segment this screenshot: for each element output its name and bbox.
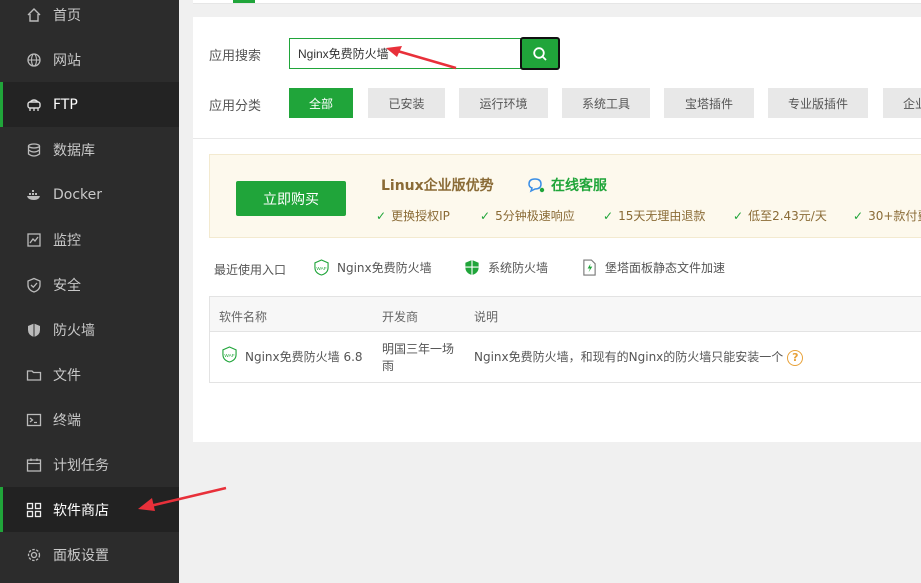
- help-icon[interactable]: ?: [787, 349, 804, 366]
- shield-icon: [25, 276, 43, 294]
- recent-entry-label: Nginx免费防火墙: [337, 261, 432, 275]
- software-name[interactable]: Nginx免费防火墙 6.8: [245, 348, 363, 365]
- benefit-item: ✓ 更换授权IP: [376, 208, 450, 224]
- sidebar-item-label: 安全: [53, 277, 81, 294]
- benefit-item: ✓ 5分钟极速响应: [480, 208, 575, 224]
- enterprise-promo-banner: 立即购买 Linux企业版优势 在线客服 ✓ 更换授权IP ✓ 5分钟极速响应 ✓ 1…: [209, 154, 921, 238]
- search-input[interactable]: [289, 38, 521, 69]
- sidebar-item-home[interactable]: 首页: [0, 0, 179, 37]
- sidebar-item-label: 终端: [53, 412, 81, 429]
- firewall-shield-icon: [465, 259, 479, 276]
- sidebar-item-software-store[interactable]: 软件商店: [0, 487, 179, 532]
- ftp-icon: [25, 96, 43, 114]
- sidebar-item-database[interactable]: 数据库: [0, 127, 179, 172]
- sidebar-item-docker[interactable]: Docker: [0, 172, 179, 217]
- chat-icon: [528, 178, 545, 193]
- recent-entry-static-accel[interactable]: 堡塔面板静态文件加速: [582, 259, 725, 276]
- category-pro-plugins[interactable]: 专业版插件: [768, 88, 868, 118]
- divider: [193, 138, 921, 139]
- grid-icon: [25, 501, 43, 519]
- recent-entry-nginx-waf[interactable]: WAF Nginx免费防火墙: [314, 259, 432, 276]
- sidebar-item-settings[interactable]: 面板设置: [0, 532, 179, 577]
- category-installed[interactable]: 已安装: [368, 88, 445, 118]
- online-service-link[interactable]: 在线客服: [527, 175, 607, 195]
- check-icon: ✓: [376, 208, 387, 223]
- table-row[interactable]: WAF Nginx免费防火墙 6.8 明国三年一场雨 Nginx免费防火墙，和现…: [210, 333, 921, 383]
- sidebar-item-label: 监控: [53, 232, 81, 249]
- sidebar-item-cron[interactable]: 计划任务: [0, 442, 179, 487]
- category-runtime[interactable]: 运行环境: [459, 88, 548, 118]
- category-enterprise[interactable]: 企业: [883, 88, 921, 118]
- waf-icon: WAF: [222, 346, 237, 367]
- firewall-icon: [25, 321, 43, 339]
- sidebar: 首页 网站 FTP 数据库 Docker 监控 安全 防火墙 文件 终端 计划任…: [0, 0, 179, 583]
- buy-now-button[interactable]: 立即购买: [236, 181, 346, 216]
- category-all[interactable]: 全部: [289, 88, 353, 118]
- promo-title: Linux企业版优势: [381, 178, 494, 194]
- sidebar-item-ftp[interactable]: FTP: [0, 82, 179, 127]
- recent-entry-label: 堡塔面板静态文件加速: [605, 261, 726, 275]
- svg-text:WAF: WAF: [224, 353, 234, 358]
- sidebar-item-label: 数据库: [53, 142, 95, 159]
- software-store-panel: 应用搜索 应用分类 全部 已安装 运行环境 系统工具 宝塔插件 专业版插件 企业…: [193, 17, 921, 442]
- column-header: 开发商: [382, 310, 419, 324]
- column-header: 说明: [474, 310, 499, 324]
- database-icon: [25, 141, 43, 159]
- sidebar-item-label: 网站: [53, 52, 81, 69]
- table-header: 软件名称 开发商 说明: [210, 297, 921, 332]
- sidebar-item-monitor[interactable]: 监控: [0, 217, 179, 262]
- software-developer: 明国三年一场雨: [382, 342, 455, 373]
- monitor-icon: [25, 231, 43, 249]
- software-description: Nginx免费防火墙，和现有的Nginx的防火墙只能安装一个?: [474, 348, 804, 366]
- sidebar-item-label: 软件商店: [53, 502, 109, 519]
- category-system-tools[interactable]: 系统工具: [562, 88, 650, 118]
- category-label: 应用分类: [209, 99, 262, 114]
- sidebar-item-label: 首页: [53, 7, 81, 24]
- search-button[interactable]: [520, 37, 560, 70]
- recent-entry-label: 系统防火墙: [488, 261, 549, 275]
- check-icon: ✓: [603, 208, 614, 223]
- benefit-item: ✓30+款付费: [853, 208, 921, 224]
- recent-entries-label: 最近使用入口: [214, 263, 287, 277]
- waf-icon: WAF: [314, 259, 329, 276]
- benefit-item: ✓ 15天无理由退款: [603, 208, 706, 224]
- sidebar-item-website[interactable]: 网站: [0, 37, 179, 82]
- active-tab-indicator: [233, 0, 255, 3]
- top-tab-strip: [193, 0, 921, 4]
- column-header: 软件名称: [219, 310, 268, 324]
- sidebar-item-label: 防火墙: [53, 322, 95, 339]
- calendar-icon: [25, 456, 43, 474]
- terminal-icon: [25, 411, 43, 429]
- sidebar-item-label: 计划任务: [53, 457, 109, 474]
- search-label: 应用搜索: [209, 49, 262, 64]
- globe-icon: [25, 51, 43, 69]
- recent-entry-system-firewall[interactable]: 系统防火墙: [464, 259, 548, 276]
- check-icon: ✓: [733, 208, 744, 223]
- search-icon: [533, 46, 547, 61]
- sidebar-item-label: FTP: [53, 96, 78, 113]
- online-service-label: 在线客服: [551, 178, 607, 194]
- home-icon: [25, 6, 43, 24]
- software-table: 软件名称 开发商 说明 WAF Nginx免费防火墙 6.8 明国三年一场雨 N…: [209, 296, 921, 383]
- folder-icon: [25, 366, 43, 384]
- check-icon: ✓: [480, 208, 491, 223]
- sidebar-item-label: Docker: [53, 186, 103, 203]
- svg-text:WAF: WAF: [316, 266, 326, 271]
- docker-icon: [25, 186, 43, 204]
- gear-icon: [25, 546, 43, 564]
- sidebar-item-terminal[interactable]: 终端: [0, 397, 179, 442]
- sidebar-item-files[interactable]: 文件: [0, 352, 179, 397]
- sidebar-item-firewall[interactable]: 防火墙: [0, 307, 179, 352]
- category-bt-plugins[interactable]: 宝塔插件: [664, 88, 754, 118]
- sidebar-item-security[interactable]: 安全: [0, 262, 179, 307]
- file-accelerate-icon: [583, 259, 596, 276]
- sidebar-item-label: 文件: [53, 367, 81, 384]
- check-icon: ✓: [853, 208, 864, 223]
- sidebar-item-label: 面板设置: [53, 547, 109, 564]
- benefit-item: ✓ 低至2.43元/天: [733, 208, 827, 224]
